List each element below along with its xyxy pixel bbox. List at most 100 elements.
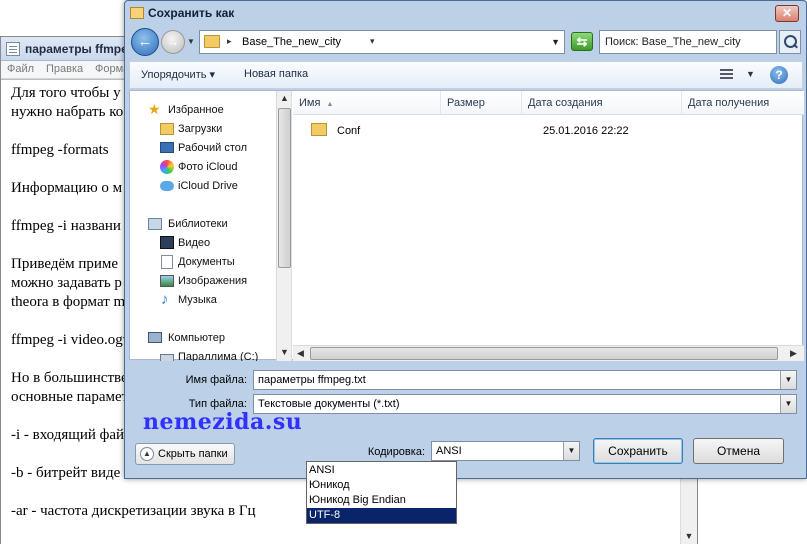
nav-item-label: Параллима (С:) — [178, 351, 259, 361]
save-as-dialog: Сохранить как ✕ ← → ▼ ▸ Base_The_new_cit… — [124, 0, 807, 479]
menu-file[interactable]: Файл — [7, 63, 34, 75]
nav-item-computer[interactable]: Компьютер — [130, 329, 290, 348]
breadcrumb-dropdown-icon[interactable]: ▾ — [370, 36, 375, 47]
scroll-left-arrow-icon[interactable]: ◀ — [297, 348, 304, 359]
pictures-icon — [160, 275, 174, 287]
scroll-down-arrow-icon[interactable]: ▼ — [681, 528, 697, 544]
column-header-name[interactable]: Имя ▲ — [293, 91, 441, 115]
nav-item-libraries[interactable]: Библиотеки — [130, 215, 290, 234]
dialog-title: Сохранить как — [148, 6, 235, 20]
nav-item-pictures[interactable]: Изображения — [130, 272, 290, 291]
music-icon: ♪ — [161, 291, 169, 308]
scrollbar-thumb[interactable] — [310, 347, 778, 360]
navigation-bar: ← → ▼ ▸ Base_The_new_city ▾ ▼ ⇆ Поиск: B… — [129, 26, 803, 60]
navigation-pane: ★ Избранное Загрузки Рабочий стол Фото i… — [130, 91, 292, 361]
hide-folders-button[interactable]: ▲ Скрыть папки — [135, 443, 235, 465]
nav-item-icloud-drive[interactable]: iCloud Drive — [130, 177, 290, 196]
encoding-option-unicode[interactable]: Юникод — [307, 478, 456, 493]
notepad-icon — [6, 42, 20, 56]
encoding-option-unicode-big-endian[interactable]: Юникод Big Endian — [307, 493, 456, 508]
text-line: -ar - частота дискретизации звука в Гц — [11, 503, 256, 519]
breadcrumb[interactable]: Base_The_new_city — [242, 36, 341, 48]
text-line: ffmpeg -formats — [11, 142, 109, 158]
back-arrow-icon[interactable]: ← — [131, 28, 159, 56]
encoding-select[interactable]: ANSI ▼ — [431, 441, 580, 461]
close-button[interactable]: ✕ — [775, 5, 799, 22]
text-line: ffmpeg -i названи — [11, 218, 121, 234]
cancel-button[interactable]: Отмена — [693, 438, 784, 464]
nav-item-music[interactable]: ♪ Музыка — [130, 291, 290, 310]
column-header-size[interactable]: Размер — [441, 91, 522, 115]
nav-item-favorites[interactable]: ★ Избранное — [130, 101, 290, 120]
text-line: theora в формат m — [11, 294, 126, 310]
navpane-scrollbar[interactable]: ▲ ▼ — [276, 91, 291, 361]
text-line: Для того чтобы у — [11, 85, 121, 101]
encoding-option-ansi[interactable]: ANSI — [307, 463, 456, 478]
organize-button[interactable]: Упорядочить ▾ — [141, 68, 215, 81]
search-icon[interactable] — [779, 30, 801, 54]
hide-folders-label: Скрыть папки — [158, 448, 228, 460]
libraries-icon — [148, 218, 162, 230]
nav-item-label: Компьютер — [168, 332, 225, 344]
encoding-option-utf8[interactable]: UTF-8 — [307, 508, 456, 523]
chevron-down-icon[interactable]: ▼ — [780, 395, 796, 413]
downloads-folder-icon — [160, 123, 174, 135]
list-item[interactable]: Conf 25.01.2016 22:22 — [303, 122, 783, 141]
text-line: ffmpeg -i video.ogv — [11, 332, 131, 348]
new-folder-button[interactable]: Новая папка — [244, 68, 308, 80]
column-label: Имя — [299, 97, 321, 109]
nav-item-downloads[interactable]: Загрузки — [130, 120, 290, 139]
chevron-down-icon[interactable]: ▼ — [780, 371, 796, 389]
folder-icon — [204, 35, 220, 48]
nav-item-label: Библиотеки — [168, 218, 228, 230]
nav-item-label: Видео — [178, 237, 211, 249]
nav-item-icloud-photos[interactable]: Фото iCloud — [130, 158, 290, 177]
encoding-value: ANSI — [436, 445, 462, 457]
star-icon: ★ — [148, 101, 161, 117]
watermark-text: nemezida.su — [143, 409, 303, 435]
scroll-right-arrow-icon[interactable]: ▶ — [790, 348, 797, 359]
save-button[interactable]: Сохранить — [593, 438, 683, 464]
history-dropdown-icon[interactable]: ▼ — [187, 37, 195, 46]
notepad-title: параметры ffmpeg — [25, 42, 136, 56]
nav-item-video[interactable]: Видео — [130, 234, 290, 253]
address-bar[interactable]: ▸ Base_The_new_city ▾ ▼ — [199, 30, 565, 54]
folder-icon — [311, 123, 327, 136]
scroll-down-arrow-icon[interactable]: ▼ — [280, 347, 289, 357]
scroll-up-arrow-icon[interactable]: ▲ — [280, 93, 289, 103]
search-input[interactable]: Поиск: Base_The_new_city — [599, 30, 777, 54]
breadcrumb-separator-icon[interactable]: ▸ — [227, 36, 232, 47]
filename-field[interactable]: параметры ffmpeg.txt ▼ — [253, 370, 797, 390]
filename-label: Имя файла: — [185, 374, 247, 386]
nav-item-desktop[interactable]: Рабочий стол — [130, 139, 290, 158]
file-created-date: 25.01.2016 22:22 — [543, 125, 629, 137]
nav-item-label: Загрузки — [178, 123, 223, 135]
file-name: Conf — [337, 125, 361, 137]
text-line: -b - битрейт виде — [11, 465, 121, 481]
scrollbar-thumb[interactable] — [278, 108, 291, 268]
horizontal-scrollbar[interactable]: ◀ ▶ — [293, 345, 804, 361]
filetype-select[interactable]: Текстовые документы (*.txt) ▼ — [253, 394, 797, 414]
nav-item-drive-c[interactable]: Параллима (С:) — [130, 348, 290, 361]
help-icon[interactable]: ? — [770, 66, 788, 84]
chevron-down-icon[interactable]: ▼ — [563, 442, 579, 460]
text-line: основные парамет — [11, 389, 129, 405]
refresh-icon[interactable]: ⇆ — [571, 32, 593, 51]
nav-item-label: iCloud Drive — [178, 180, 238, 192]
icloud-photos-icon — [160, 160, 174, 174]
address-history-dropdown-icon[interactable]: ▼ — [551, 37, 560, 47]
column-header-received[interactable]: Дата получения — [682, 91, 804, 115]
sort-ascending-icon: ▲ — [326, 101, 334, 108]
icloud-drive-icon — [160, 181, 174, 191]
text-line: Информацию о м — [11, 180, 123, 196]
views-icon[interactable] — [720, 69, 733, 81]
nav-item-label: Музыка — [178, 294, 217, 306]
column-header-created[interactable]: Дата создания — [522, 91, 682, 115]
chevron-up-icon: ▲ — [140, 447, 154, 461]
nav-item-label: Документы — [178, 256, 235, 268]
forward-arrow-icon[interactable]: → — [161, 30, 185, 54]
nav-item-documents[interactable]: Документы — [130, 253, 290, 272]
menu-edit[interactable]: Правка — [46, 63, 83, 75]
views-dropdown-icon[interactable]: ▼ — [746, 69, 755, 79]
folder-icon — [130, 7, 144, 19]
